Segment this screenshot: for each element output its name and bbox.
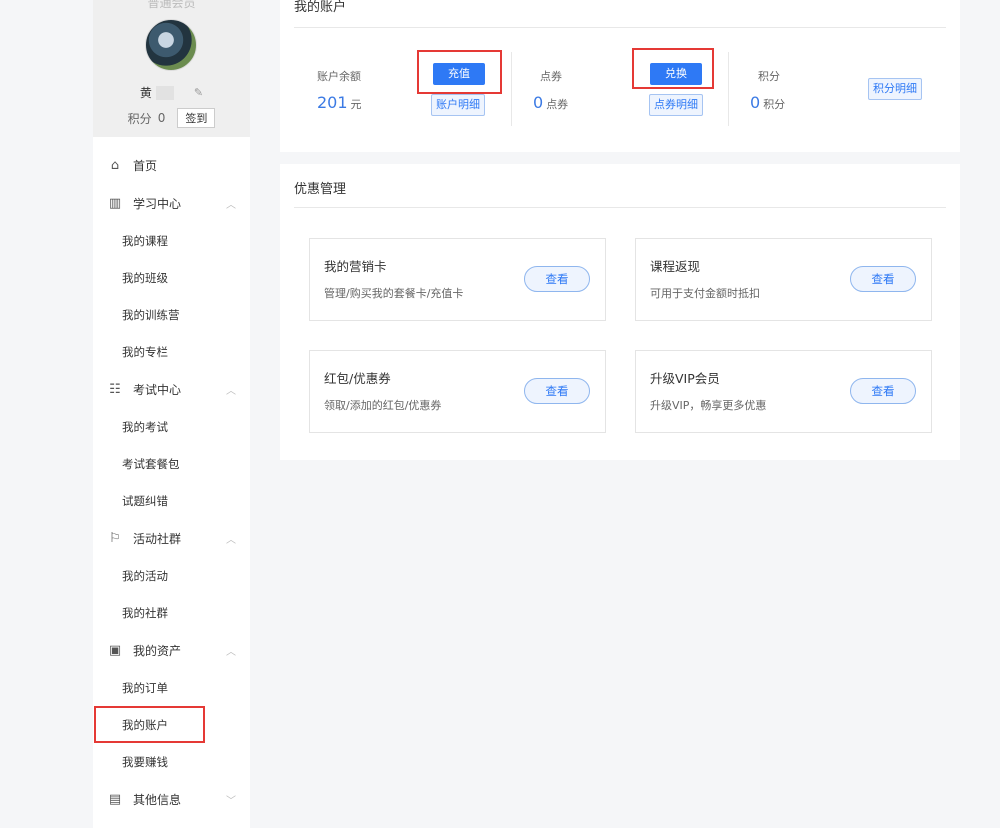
sidebar-menu: ⌂ 首页 ▥ 学习中心 ︿ 我的课程 我的班级 我的训练营 我的专栏 ☷ 考试中… — [93, 146, 250, 818]
sidebar-item-label: 考试中心 — [133, 382, 182, 397]
page-title: 我的账户 — [294, 0, 347, 15]
sidebar: 普通会员 黄 ✎ 积分 0 签到 ⌂ 首页 ▥ 学习中心 ︿ 我的课程 我的班级… — [93, 0, 250, 828]
divider — [294, 207, 946, 208]
points-value: 0 — [157, 111, 166, 125]
promo-item-marketing-card: 我的营销卡 管理/购买我的套餐卡/充值卡 查看 — [309, 238, 606, 321]
promo-item-desc: 管理/购买我的套餐卡/充值卡 — [324, 287, 464, 300]
sidebar-item-my-account[interactable]: 我的账户 — [94, 706, 205, 743]
points-unit: 积分 — [763, 98, 786, 111]
sidebar-item-my-courses[interactable]: 我的课程 — [93, 222, 250, 259]
sidebar-item-my-orders[interactable]: 我的订单 — [93, 669, 250, 706]
sidebar-item-my-communities[interactable]: 我的社群 — [93, 594, 250, 631]
promo-item-title: 红包/优惠券 — [324, 371, 391, 386]
user-name: 黄 — [139, 86, 152, 100]
view-button[interactable]: 查看 — [524, 378, 590, 404]
chevron-up-icon: ︿ — [226, 199, 236, 211]
profile-panel: 普通会员 黄 ✎ 积分 0 签到 — [93, 0, 250, 137]
sidebar-group-exam[interactable]: ☷ 考试中心 ︿ — [93, 370, 250, 408]
sidebar-item-my-classes[interactable]: 我的班级 — [93, 259, 250, 296]
account-detail-button[interactable]: 账户明细 — [431, 94, 485, 116]
chevron-up-icon: ︿ — [226, 534, 236, 546]
sidebar-item-label: 活动社群 — [133, 531, 182, 546]
highlight-box — [632, 48, 714, 89]
voucher-value: 0 — [533, 93, 544, 112]
sidebar-item-exam-packages[interactable]: 考试套餐包 — [93, 445, 250, 482]
sidebar-item-my-exams[interactable]: 我的考试 — [93, 408, 250, 445]
sidebar-item-label: 其他信息 — [133, 792, 182, 807]
promo-item-desc: 可用于支付金额时抵扣 — [650, 287, 760, 300]
promo-item-title: 升级VIP会员 — [650, 371, 720, 386]
name-blur — [155, 85, 174, 100]
sidebar-group-study[interactable]: ▥ 学习中心 ︿ — [93, 184, 250, 222]
sidebar-item-label: 我的资产 — [133, 643, 182, 658]
points-detail-button[interactable]: 积分明细 — [868, 78, 922, 100]
balance-value: 201 — [317, 93, 348, 112]
sidebar-item-my-activities[interactable]: 我的活动 — [93, 557, 250, 594]
sidebar-item-my-camps[interactable]: 我的训练营 — [93, 296, 250, 333]
chevron-down-icon: ﹀ — [226, 795, 236, 807]
promo-item-vip: 升级VIP会员 升级VIP，畅享更多优惠 查看 — [635, 350, 932, 433]
member-level-label: 普通会员 — [147, 0, 196, 10]
chevron-up-icon: ︿ — [226, 385, 236, 397]
account-card: 我的账户 账户余额 201 元 充值 账户明细 点券 0 点券 兑换 点券明细 积分… — [280, 0, 960, 152]
sidebar-item-label: 首页 — [133, 158, 158, 173]
book-icon: ▥ — [108, 195, 122, 211]
sidebar-group-assets[interactable]: ▣ 我的资产 ︿ — [93, 631, 250, 669]
voucher-detail-button[interactable]: 点券明细 — [649, 94, 703, 116]
sidebar-item-label: 学习中心 — [133, 196, 182, 211]
promo-item-title: 我的营销卡 — [324, 259, 387, 274]
note-icon: ▤ — [108, 791, 122, 807]
sidebar-item-home[interactable]: ⌂ 首页 — [93, 146, 250, 184]
sidebar-item-earn-money[interactable]: 我要赚钱 — [93, 743, 250, 780]
edit-icon[interactable]: ✎ — [194, 86, 203, 99]
view-button[interactable]: 查看 — [850, 378, 916, 404]
divider — [294, 27, 946, 28]
view-button[interactable]: 查看 — [524, 266, 590, 292]
points-value-row: 0 积分 — [750, 93, 785, 112]
section-title: 优惠管理 — [294, 182, 347, 197]
exam-icon: ☷ — [109, 381, 121, 397]
voucher-value-row: 0 点券 — [533, 93, 568, 112]
avatar[interactable] — [145, 19, 197, 71]
flag-icon: ⚐ — [109, 530, 121, 546]
voucher-unit: 点券 — [546, 98, 569, 111]
promo-item-desc: 升级VIP，畅享更多优惠 — [650, 399, 767, 412]
signin-button[interactable]: 签到 — [177, 108, 216, 128]
promo-item-coupons: 红包/优惠券 领取/添加的红包/优惠券 查看 — [309, 350, 606, 433]
balance-label: 账户余额 — [317, 70, 361, 83]
promo-item-title: 课程返现 — [650, 259, 701, 274]
view-button[interactable]: 查看 — [850, 266, 916, 292]
points-label: 积分 — [127, 111, 152, 126]
sidebar-item-my-columns[interactable]: 我的专栏 — [93, 333, 250, 370]
chevron-up-icon: ︿ — [226, 646, 236, 658]
wallet-icon: ▣ — [108, 642, 122, 658]
sidebar-item-question-errors[interactable]: 试题纠错 — [93, 482, 250, 519]
promo-item-desc: 领取/添加的红包/优惠券 — [324, 399, 442, 412]
points-value: 0 — [750, 93, 761, 112]
voucher-label: 点券 — [540, 70, 562, 83]
promo-item-cashback: 课程返现 可用于支付金额时抵扣 查看 — [635, 238, 932, 321]
points-label: 积分 — [758, 70, 780, 83]
promo-card: 优惠管理 我的营销卡 管理/购买我的套餐卡/充值卡 查看 课程返现 可用于支付金… — [280, 164, 960, 460]
name-row: 黄 ✎ — [93, 84, 250, 101]
highlight-box — [417, 50, 502, 94]
balance-value-row: 201 元 — [317, 93, 362, 112]
sidebar-group-activity[interactable]: ⚐ 活动社群 ︿ — [93, 519, 250, 557]
divider — [728, 52, 729, 126]
sidebar-group-other[interactable]: ▤ 其他信息 ﹀ — [93, 780, 250, 818]
divider — [511, 52, 512, 126]
home-icon: ⌂ — [110, 157, 120, 173]
points-row: 积分 0 签到 — [93, 108, 250, 128]
balance-unit: 元 — [350, 98, 362, 111]
